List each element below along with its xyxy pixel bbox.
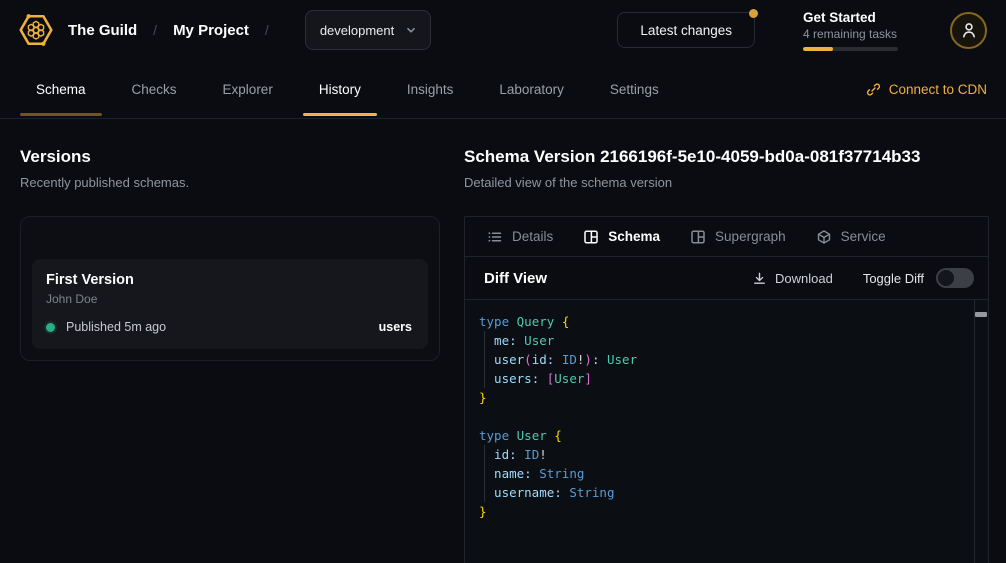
list-icon bbox=[487, 229, 503, 245]
nav-tab-label: Schema bbox=[36, 82, 86, 97]
download-button[interactable]: Download bbox=[752, 271, 833, 286]
download-icon bbox=[752, 271, 767, 286]
panel-tab-supergraph[interactable]: Supergraph bbox=[690, 229, 786, 245]
code-line: } bbox=[479, 388, 968, 407]
guild-hive-logo-icon[interactable] bbox=[16, 10, 56, 50]
panel-tab-label: Service bbox=[841, 229, 886, 244]
code-line: username: String bbox=[479, 483, 968, 502]
environment-select[interactable]: development bbox=[305, 10, 431, 50]
nav-tab-label: History bbox=[319, 82, 361, 97]
versions-column: Versions Recently published schemas. Fir… bbox=[20, 147, 440, 563]
panel-tab-label: Schema bbox=[608, 229, 660, 244]
toggle-diff-switch[interactable] bbox=[936, 268, 974, 288]
get-started-title: Get Started bbox=[803, 10, 898, 25]
code-scrollbar-thumb[interactable] bbox=[975, 312, 987, 317]
versions-title: Versions bbox=[20, 147, 440, 167]
panel-tab-service[interactable]: Service bbox=[816, 229, 886, 245]
project-nav: Schema Checks Explorer History Insights … bbox=[0, 60, 1006, 119]
versions-list-card: First Version John Doe Published 5m ago … bbox=[20, 216, 440, 361]
nav-tab-laboratory[interactable]: Laboratory bbox=[483, 60, 580, 118]
get-started-widget[interactable]: Get Started 4 remaining tasks bbox=[803, 10, 898, 51]
code-line: id: ID! bbox=[479, 445, 968, 464]
toggle-knob bbox=[938, 270, 954, 286]
get-started-progress-bar bbox=[803, 47, 898, 51]
latest-changes-label: Latest changes bbox=[640, 23, 732, 38]
versions-subtitle: Recently published schemas. bbox=[20, 175, 440, 190]
connect-to-cdn-link[interactable]: Connect to CDN bbox=[866, 60, 987, 118]
nav-tab-explorer[interactable]: Explorer bbox=[207, 60, 289, 118]
schema-version-panel: Details Schema bbox=[464, 216, 989, 563]
nav-tab-label: Laboratory bbox=[499, 82, 564, 97]
nav-tabs: Schema Checks Explorer History Insights … bbox=[20, 60, 689, 118]
columns-icon bbox=[583, 229, 599, 245]
columns-icon bbox=[690, 229, 706, 245]
breadcrumb-separator: / bbox=[153, 22, 157, 38]
version-service-badge: users bbox=[379, 320, 412, 334]
code-line: name: String bbox=[479, 464, 968, 483]
nav-tab-schema[interactable]: Schema bbox=[20, 60, 102, 118]
panel-tab-details[interactable]: Details bbox=[487, 229, 553, 245]
breadcrumb-separator: / bbox=[265, 22, 269, 38]
panel-tab-label: Supergraph bbox=[715, 229, 786, 244]
panel-tabs: Details Schema bbox=[465, 217, 988, 257]
chevron-down-icon bbox=[404, 23, 418, 37]
nav-tab-label: Explorer bbox=[223, 82, 273, 97]
environment-select-value: development bbox=[320, 23, 394, 38]
schema-version-subtitle: Detailed view of the schema version bbox=[464, 175, 989, 190]
published-status-dot bbox=[46, 323, 55, 332]
code-line: users: [User] bbox=[479, 369, 968, 388]
diff-view-header: Diff View Download Toggle Diff bbox=[465, 257, 988, 300]
nav-tab-label: Checks bbox=[132, 82, 177, 97]
code-scrollbar[interactable] bbox=[974, 300, 988, 563]
code-line: } bbox=[479, 502, 968, 521]
code-line: me: User bbox=[479, 331, 968, 350]
code-line: type Query { bbox=[479, 312, 968, 331]
main-content: Versions Recently published schemas. Fir… bbox=[0, 119, 1006, 563]
code-line: user(id: ID!): User bbox=[479, 350, 968, 369]
get-started-subtitle: 4 remaining tasks bbox=[803, 27, 898, 41]
version-detail-column: Schema Version 2166196f-5e10-4059-bd0a-0… bbox=[464, 147, 989, 563]
breadcrumb-project[interactable]: My Project bbox=[173, 22, 249, 39]
version-name: First Version bbox=[46, 272, 412, 288]
diff-view-actions: Download Toggle Diff bbox=[752, 268, 974, 288]
nav-tab-insights[interactable]: Insights bbox=[391, 60, 470, 118]
version-status-text: Published 5m ago bbox=[66, 320, 166, 334]
connect-to-cdn-label: Connect to CDN bbox=[889, 82, 987, 97]
panel-tab-schema[interactable]: Schema bbox=[583, 229, 660, 245]
nav-tab-settings[interactable]: Settings bbox=[594, 60, 675, 118]
tab-underline bbox=[20, 113, 102, 116]
user-avatar[interactable] bbox=[950, 12, 987, 49]
diff-view-title: Diff View bbox=[484, 270, 547, 287]
download-label: Download bbox=[775, 271, 833, 286]
tab-underline bbox=[303, 113, 377, 116]
person-icon bbox=[960, 21, 978, 39]
panel-tab-label: Details bbox=[512, 229, 553, 244]
box-icon bbox=[816, 229, 832, 245]
version-author: John Doe bbox=[46, 292, 412, 306]
get-started-progress-fill bbox=[803, 47, 833, 51]
link-icon bbox=[866, 82, 881, 97]
graphql-sdl-code: type Query { me: User user(id: ID!): Use… bbox=[479, 312, 968, 521]
nav-tab-label: Insights bbox=[407, 82, 454, 97]
schema-version-title: Schema Version 2166196f-5e10-4059-bd0a-0… bbox=[464, 147, 989, 167]
top-header: The Guild / My Project / development Lat… bbox=[0, 0, 1006, 60]
version-status-row: Published 5m ago users bbox=[46, 320, 412, 334]
nav-tab-history[interactable]: History bbox=[303, 60, 377, 118]
schema-code-viewer[interactable]: type Query { me: User user(id: ID!): Use… bbox=[465, 300, 988, 563]
breadcrumb-org[interactable]: The Guild bbox=[68, 22, 137, 39]
code-line bbox=[479, 407, 968, 426]
breadcrumb: The Guild / My Project / bbox=[68, 22, 285, 39]
code-line: type User { bbox=[479, 426, 968, 445]
nav-tab-checks[interactable]: Checks bbox=[116, 60, 193, 118]
latest-changes-button[interactable]: Latest changes bbox=[617, 12, 755, 48]
nav-tab-label: Settings bbox=[610, 82, 659, 97]
notification-dot bbox=[749, 9, 758, 18]
version-list-item[interactable]: First Version John Doe Published 5m ago … bbox=[32, 259, 428, 349]
toggle-diff-label: Toggle Diff bbox=[863, 271, 924, 286]
